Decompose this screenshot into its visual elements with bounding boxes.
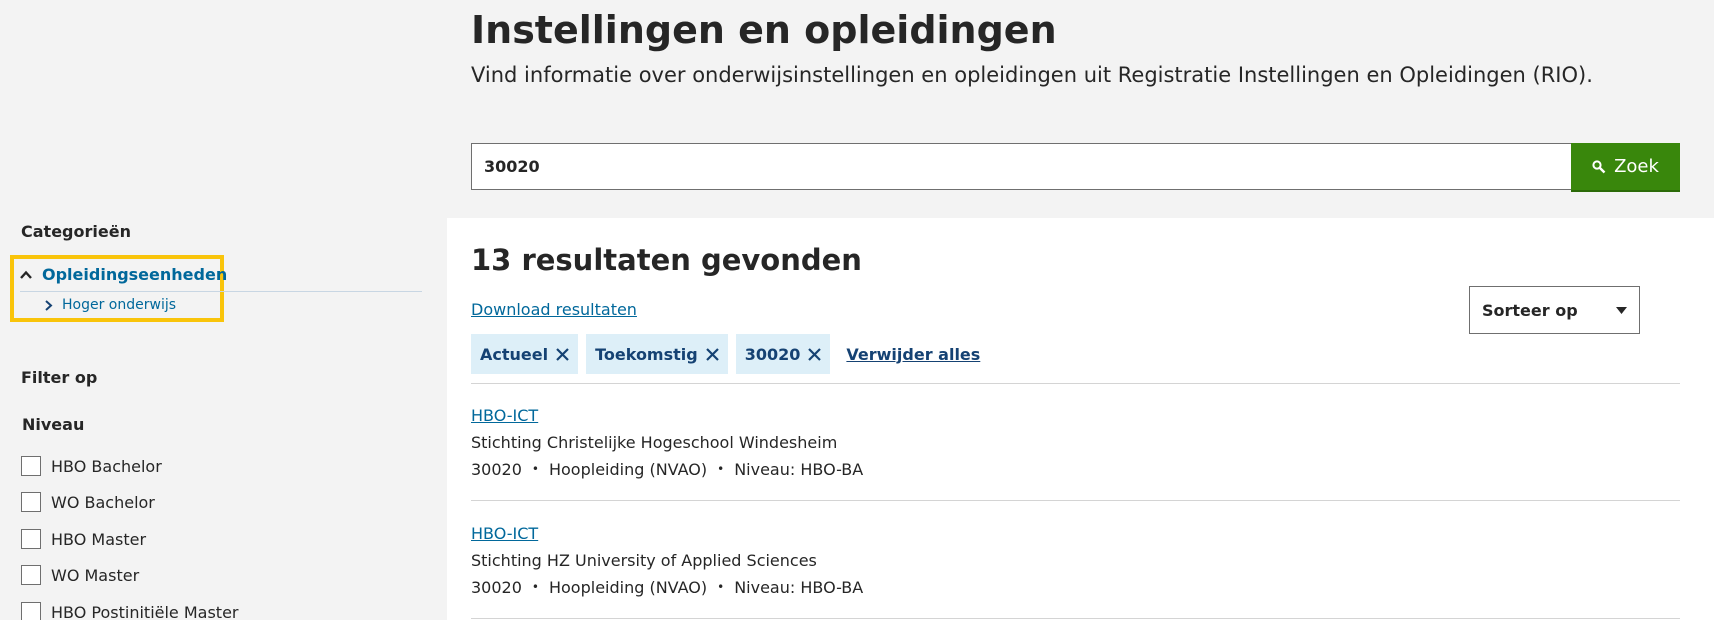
category-item-opleidingseenheden[interactable]: Opleidingseenheden	[20, 258, 422, 292]
results-count: 13 resultaten gevonden	[471, 243, 862, 277]
divider	[471, 618, 1680, 619]
result-organization: Stichting HZ University of Applied Scien…	[471, 551, 817, 570]
result-type: Hoopleiding (NVAO)	[548, 578, 708, 597]
divider	[471, 500, 1680, 501]
chevron-up-icon	[20, 270, 32, 279]
bullet-separator: •	[531, 462, 539, 476]
level-heading: Niveau	[22, 415, 85, 434]
app-root: Categorieën Opleidingseenheden Hoger ond…	[0, 0, 1714, 620]
bullet-separator: •	[717, 580, 725, 594]
filter-checkbox-hbo-master[interactable]: HBO Master	[21, 528, 146, 550]
sort-select-label: Sorteer op	[1482, 300, 1578, 320]
chip-label: Actueel	[480, 344, 549, 364]
search-icon	[1592, 159, 1606, 173]
checkbox[interactable]	[21, 492, 41, 512]
category-label: Hoger onderwijs	[62, 297, 177, 313]
sort-select[interactable]: Sorteer op	[1469, 286, 1640, 334]
categories-heading: Categorieën	[21, 222, 131, 241]
result-meta: 30020 • Hoopleiding (NVAO) • Niveau: HBO…	[471, 456, 1680, 483]
checkbox[interactable]	[21, 529, 41, 549]
active-filters: Actueel Toekomstig 30020 Verwijder alles	[471, 334, 980, 374]
list-item: HBO-ICT Stichting Christelijke Hogeschoo…	[471, 403, 1680, 483]
list-item: HBO-ICT Stichting HZ University of Appli…	[471, 521, 1680, 601]
filter-checkbox-wo-master[interactable]: WO Master	[21, 564, 139, 586]
filter-chip-toekomstig[interactable]: Toekomstig	[586, 334, 728, 374]
remove-all-filters-link[interactable]: Verwijder alles	[846, 345, 980, 364]
search-input[interactable]	[471, 143, 1572, 190]
close-icon[interactable]	[808, 347, 822, 361]
checkbox-label: WO Bachelor	[51, 492, 155, 512]
checkbox-label: HBO Bachelor	[51, 456, 162, 476]
chip-label: Toekomstig	[595, 344, 698, 364]
download-results-link[interactable]: Download resultaten	[471, 300, 637, 319]
checkbox[interactable]	[21, 565, 41, 585]
result-code: 30020	[471, 460, 522, 479]
result-code: 30020	[471, 578, 522, 597]
result-level: Niveau: HBO-BA	[734, 460, 864, 479]
search-button[interactable]: Zoek	[1571, 143, 1680, 190]
result-organization: Stichting Christelijke Hogeschool Windes…	[471, 433, 838, 452]
result-level: Niveau: HBO-BA	[734, 578, 864, 597]
filter-heading: Filter op	[21, 368, 98, 387]
sidebar: Categorieën Opleidingseenheden Hoger ond…	[0, 0, 430, 620]
chevron-right-icon	[45, 299, 53, 311]
checkbox-label: HBO Master	[51, 529, 147, 549]
bullet-separator: •	[717, 462, 725, 476]
result-title-link[interactable]: HBO-ICT	[471, 403, 538, 429]
result-title-link[interactable]: HBO-ICT	[471, 521, 538, 547]
checkbox-label: WO Master	[51, 565, 140, 585]
filter-chip-30020[interactable]: 30020	[735, 334, 831, 374]
caret-down-icon	[1616, 306, 1627, 314]
divider	[471, 383, 1680, 384]
checkbox[interactable]	[21, 602, 41, 620]
category-label: Opleidingseenheden	[42, 265, 228, 284]
filter-checkbox-hbo-postinitiele-master[interactable]: HBO Postinitiële Master	[21, 601, 239, 620]
filter-checkbox-wo-bachelor[interactable]: WO Bachelor	[21, 491, 155, 513]
checkbox[interactable]	[21, 456, 41, 476]
filter-checkbox-hbo-bachelor[interactable]: HBO Bachelor	[21, 455, 162, 477]
result-type: Hoopleiding (NVAO)	[548, 460, 708, 479]
filter-chip-actueel[interactable]: Actueel	[471, 334, 579, 374]
page-title: Instellingen en opleidingen	[471, 8, 1057, 52]
category-item-hoger-onderwijs[interactable]: Hoger onderwijs	[44, 294, 176, 316]
close-icon[interactable]	[556, 347, 569, 361]
bullet-separator: •	[531, 580, 539, 594]
close-icon[interactable]	[705, 347, 719, 361]
page-subtitle: Vind informatie over onderwijsinstelling…	[471, 63, 1593, 87]
chip-label: 30020	[744, 344, 801, 364]
checkbox-label: HBO Postinitiële Master	[51, 602, 239, 620]
result-meta: 30020 • Hoopleiding (NVAO) • Niveau: HBO…	[471, 574, 1680, 601]
search-button-label: Zoek	[1614, 156, 1659, 177]
